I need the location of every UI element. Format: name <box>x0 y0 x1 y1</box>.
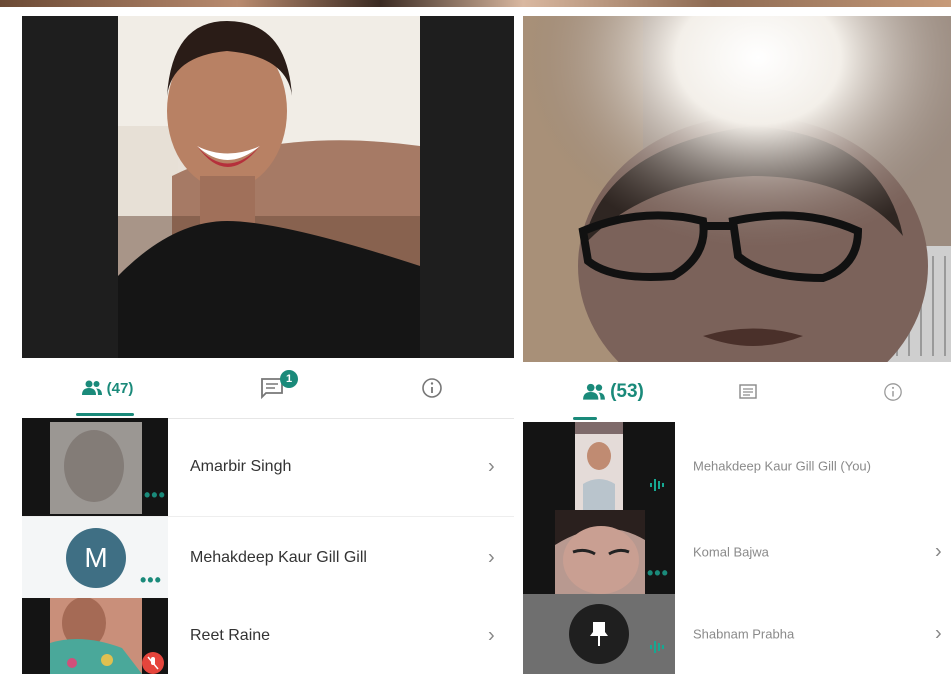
tab-people[interactable]: (53) <box>563 362 663 422</box>
participant-thumbnail <box>523 594 675 674</box>
participant-thumbnail <box>523 422 675 510</box>
participant-thumbnail: ••• <box>523 510 675 594</box>
background-photo-strip <box>0 0 951 7</box>
tab-bar: (47) 1 <box>22 358 514 419</box>
participant-count: (53) <box>610 381 644 402</box>
participant-row[interactable]: ••• Komal Bajwa › <box>523 510 951 594</box>
participant-row[interactable]: Mehakdeep Kaur Gill Gill (You) <box>523 422 951 510</box>
main-video-feed[interactable] <box>22 16 514 358</box>
participant-row[interactable]: ••• Amarbir Singh › <box>22 418 514 516</box>
speaker-video-image <box>22 16 514 358</box>
meeting-screen-left: (47) 1 ••• Amarbir Singh › M ••• Mehakde… <box>22 16 514 674</box>
more-icon[interactable]: ••• <box>647 564 669 582</box>
tab-chat[interactable]: 1 <box>232 358 312 418</box>
chat-icon <box>739 384 757 399</box>
chevron-right-icon[interactable]: › <box>488 547 495 570</box>
speaker-video-image <box>523 16 951 362</box>
chevron-right-icon[interactable]: › <box>488 625 495 648</box>
participant-row[interactable]: Reet Raine › <box>22 598 514 674</box>
avatar: M <box>66 528 126 588</box>
info-icon <box>422 378 442 398</box>
meeting-screen-right: (53) Mehakdeep Kaur Gill Gill (You) ••• … <box>523 16 951 674</box>
people-icon <box>583 383 606 400</box>
active-tab-indicator <box>573 417 597 420</box>
participant-name: Amarbir Singh <box>190 458 292 475</box>
pin-icon[interactable] <box>569 604 629 664</box>
tab-info[interactable] <box>868 362 918 422</box>
participant-row[interactable]: M ••• Mehakdeep Kaur Gill Gill › <box>22 516 514 599</box>
audio-level-icon <box>649 478 665 497</box>
people-icon <box>81 380 102 395</box>
chevron-right-icon[interactable]: › <box>935 623 942 646</box>
participant-name: Komal Bajwa <box>693 544 769 560</box>
more-icon[interactable]: ••• <box>140 571 162 589</box>
participant-name: Mehakdeep Kaur Gill Gill <box>190 549 367 566</box>
participant-count: (47) <box>106 379 134 397</box>
participant-thumbnail: M ••• <box>22 517 168 599</box>
participant-thumbnail: ••• <box>22 418 168 516</box>
info-icon <box>884 383 902 401</box>
audio-level-icon <box>649 640 665 659</box>
microphone-off-icon <box>142 652 164 674</box>
tab-info[interactable] <box>402 358 462 418</box>
chat-unread-badge: 1 <box>280 370 298 388</box>
active-tab-indicator <box>76 413 134 416</box>
tab-people[interactable]: (47) <box>52 358 162 418</box>
chevron-right-icon[interactable]: › <box>488 456 495 479</box>
participant-row[interactable]: Shabnam Prabha › <box>523 594 951 674</box>
chevron-right-icon[interactable]: › <box>935 541 942 564</box>
participant-name: Reet Raine <box>190 627 271 644</box>
more-icon[interactable]: ••• <box>144 486 166 504</box>
participant-thumbnail <box>22 598 168 674</box>
tab-bar: (53) <box>523 362 951 422</box>
participant-name: Shabnam Prabha <box>693 626 795 642</box>
main-video-feed[interactable] <box>523 16 951 362</box>
participant-name: Mehakdeep Kaur Gill Gill (You) <box>693 458 871 474</box>
tab-chat[interactable] <box>723 362 773 422</box>
